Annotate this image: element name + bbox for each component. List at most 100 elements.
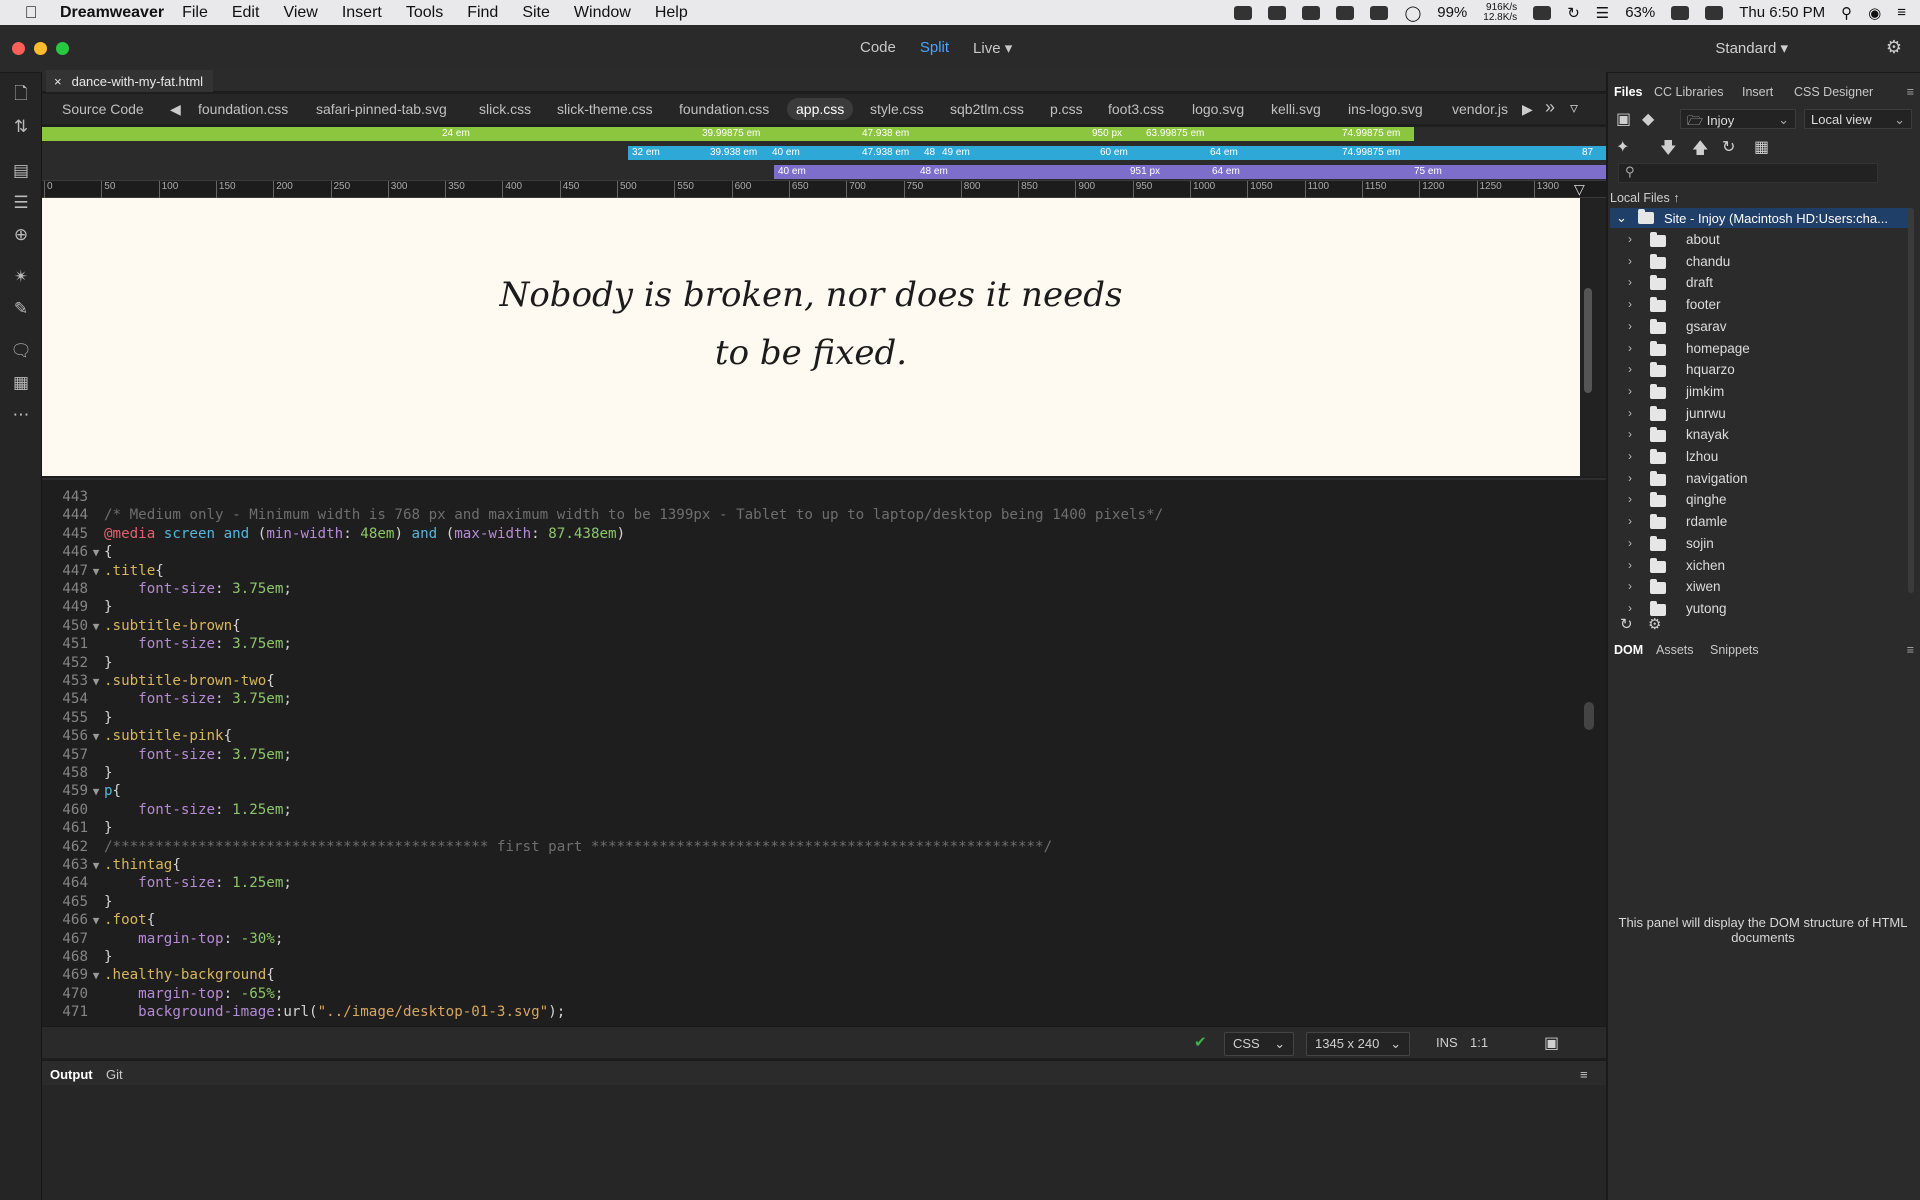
git-icon[interactable]: ◆ — [1642, 109, 1654, 129]
refresh-icon[interactable]: ↻ — [1722, 137, 1735, 157]
clock[interactable]: Thu 6:50 PM — [1739, 4, 1825, 21]
code-line[interactable]: 467 margin-top: -30%; — [42, 930, 283, 948]
code-line[interactable]: 453 ▼ .subtitle-brown-two{ — [42, 672, 274, 690]
code-line[interactable]: 446 ▼{ — [42, 543, 112, 561]
site-select[interactable]: 🗁 Injoy ⌄ — [1680, 109, 1796, 129]
folder-row-sojin[interactable]: › sojin — [1608, 534, 1908, 556]
remove-comment-icon[interactable]: ▦ — [0, 367, 42, 399]
related-file-slick-css[interactable]: slick.css — [479, 101, 531, 117]
mq-label[interactable]: 48 em — [920, 165, 948, 179]
fold-toggle-icon[interactable]: ▼ — [88, 563, 104, 581]
mq-label[interactable]: 75 em — [1414, 165, 1442, 179]
folder-row-rdamle[interactable]: › rdamle — [1608, 512, 1908, 534]
related-file-ins-logo-svg[interactable]: ins-logo.svg — [1348, 101, 1423, 117]
related-file-kelli-svg[interactable]: kelli.svg — [1271, 101, 1321, 117]
split-view-button[interactable]: Split — [920, 39, 949, 57]
code-line[interactable]: 466 ▼ .foot{ — [42, 911, 155, 929]
wrap-tag-icon[interactable]: ✴ — [0, 261, 42, 293]
code-scrollbar-thumb[interactable] — [1584, 702, 1594, 730]
apply-comment-icon[interactable]: 🗨 — [0, 335, 42, 367]
mq-label[interactable]: 60 em — [1100, 146, 1128, 160]
window-minimize-button[interactable] — [34, 42, 47, 55]
related-file-vendor-js[interactable]: vendor.js — [1452, 101, 1508, 117]
expand-collapse-icon[interactable]: ✦ — [1616, 137, 1629, 157]
mq-label[interactable]: 40 em — [772, 146, 800, 160]
document-tab[interactable]: × dance-with-my-fat.html — [46, 70, 214, 92]
mq-label[interactable]: 47.938 em — [862, 146, 909, 160]
filter-icon[interactable]: ▿ — [1570, 98, 1578, 118]
mq-label[interactable]: 49 em — [942, 146, 970, 160]
chevron-right-icon[interactable]: ▶ — [1522, 101, 1533, 118]
workspace-selector[interactable]: Standard ▾ — [1715, 39, 1788, 57]
chevron-right-icon[interactable]: › — [1628, 536, 1632, 550]
site-root-row[interactable]: ⌄ Site - Injoy (Macintosh HD:Users:cha..… — [1610, 208, 1910, 228]
mq-label[interactable]: 47.938 em — [862, 127, 909, 141]
folder-row-gsarav[interactable]: › gsarav — [1608, 317, 1908, 339]
folder-row-about[interactable]: › about — [1608, 230, 1908, 252]
mq-label[interactable]: 951 px — [1130, 165, 1160, 179]
folder-row-hquarzo[interactable]: › hquarzo — [1608, 360, 1908, 382]
menu-find[interactable]: Find — [467, 4, 498, 22]
code-line[interactable]: 468 } — [42, 948, 112, 966]
related-file-foot3-css[interactable]: foot3.css — [1108, 101, 1164, 117]
code-line[interactable]: 452 } — [42, 654, 112, 672]
mq-label[interactable]: 24 em — [442, 127, 470, 141]
menu-file[interactable]: File — [182, 4, 208, 22]
mq-label[interactable]: 48 — [924, 146, 935, 160]
chevron-right-icon[interactable]: › — [1628, 319, 1632, 333]
fold-toggle-icon[interactable]: ▼ — [88, 618, 104, 636]
chevron-right-icon[interactable]: › — [1628, 514, 1632, 528]
spotlight-search-icon[interactable]: ⚲ — [1841, 4, 1852, 22]
file-search-input[interactable]: ⚲ — [1618, 163, 1878, 183]
file-tree-scrollbar[interactable] — [1908, 208, 1914, 593]
refresh-icon[interactable]: ↻ — [1620, 615, 1633, 633]
code-line[interactable]: 454 font-size: 3.75em; — [42, 690, 292, 708]
chevron-right-icon[interactable]: › — [1628, 427, 1632, 441]
fold-toggle-icon[interactable]: ▼ — [88, 783, 104, 801]
window-size-select[interactable]: 1345 x 240 ⌄ — [1306, 1032, 1411, 1056]
insert-mode[interactable]: INS — [1436, 1035, 1458, 1050]
related-file-sqb2tlm-css[interactable]: sqb2tlm.css — [950, 101, 1024, 117]
related-file-p-css[interactable]: p.css — [1050, 101, 1083, 117]
chevron-right-icon[interactable]: › — [1628, 362, 1632, 376]
stack-icon[interactable] — [1336, 5, 1355, 20]
window-maximize-button[interactable] — [56, 42, 69, 55]
panel-menu-icon[interactable]: ≡ — [1907, 85, 1914, 99]
related-file-foundation-css-2[interactable]: foundation.css — [679, 101, 769, 117]
notification-center-icon[interactable]: ≡ — [1897, 4, 1906, 21]
menu-insert[interactable]: Insert — [342, 4, 382, 22]
fold-toggle-icon[interactable]: ▼ — [88, 912, 104, 930]
code-line[interactable]: 459 ▼ p{ — [42, 782, 121, 800]
cloud-upload-icon[interactable] — [1302, 5, 1321, 20]
chevron-right-icon[interactable]: › — [1628, 275, 1632, 289]
wifi-icon[interactable]: ☰ — [1596, 4, 1609, 22]
chevron-right-icon[interactable]: › — [1628, 406, 1632, 420]
apple-menu-icon[interactable]:  — [16, 3, 46, 23]
local-files-header[interactable]: Local Files ↑ — [1610, 191, 1679, 205]
chevron-right-icon[interactable]: › — [1628, 384, 1632, 398]
mq-bar-purple-row3[interactable] — [774, 165, 1606, 179]
related-file-style-css[interactable]: style.css — [870, 101, 924, 117]
get-files-icon[interactable]: 🡇 — [1660, 137, 1676, 164]
chevron-left-icon[interactable]: ◀ — [170, 101, 181, 118]
chevron-right-icon[interactable]: › — [1628, 232, 1632, 246]
code-line[interactable]: 462 /***********************************… — [42, 838, 1052, 856]
chevron-down-icon[interactable]: ⌄ — [1616, 210, 1627, 226]
folder-row-chandu[interactable]: › chandu — [1608, 252, 1908, 274]
scrollbar-thumb[interactable] — [1584, 288, 1592, 393]
tab-dom[interactable]: DOM — [1614, 643, 1643, 657]
tab-output[interactable]: Output — [50, 1067, 93, 1082]
tab-git[interactable]: Git — [106, 1067, 123, 1082]
tab-snippets[interactable]: Snippets — [1710, 643, 1759, 657]
related-file-logo-svg[interactable]: logo.svg — [1192, 101, 1244, 117]
format-source-icon[interactable]: ✎ — [0, 293, 42, 325]
tab-cc-libraries[interactable]: CC Libraries — [1654, 85, 1723, 99]
creative-cloud-icon[interactable] — [1268, 5, 1287, 20]
code-navigator-icon[interactable]: ☰ — [0, 187, 42, 219]
folder-row-navigation[interactable]: › navigation — [1608, 469, 1908, 491]
code-line[interactable]: 447 ▼ .title{ — [42, 562, 163, 581]
chevron-right-icon[interactable]: › — [1628, 601, 1632, 615]
folder-row-draft[interactable]: › draft — [1608, 273, 1908, 295]
live-view-options-icon[interactable]: ▤ — [0, 155, 42, 187]
mq-label[interactable]: 40 em — [778, 165, 806, 179]
